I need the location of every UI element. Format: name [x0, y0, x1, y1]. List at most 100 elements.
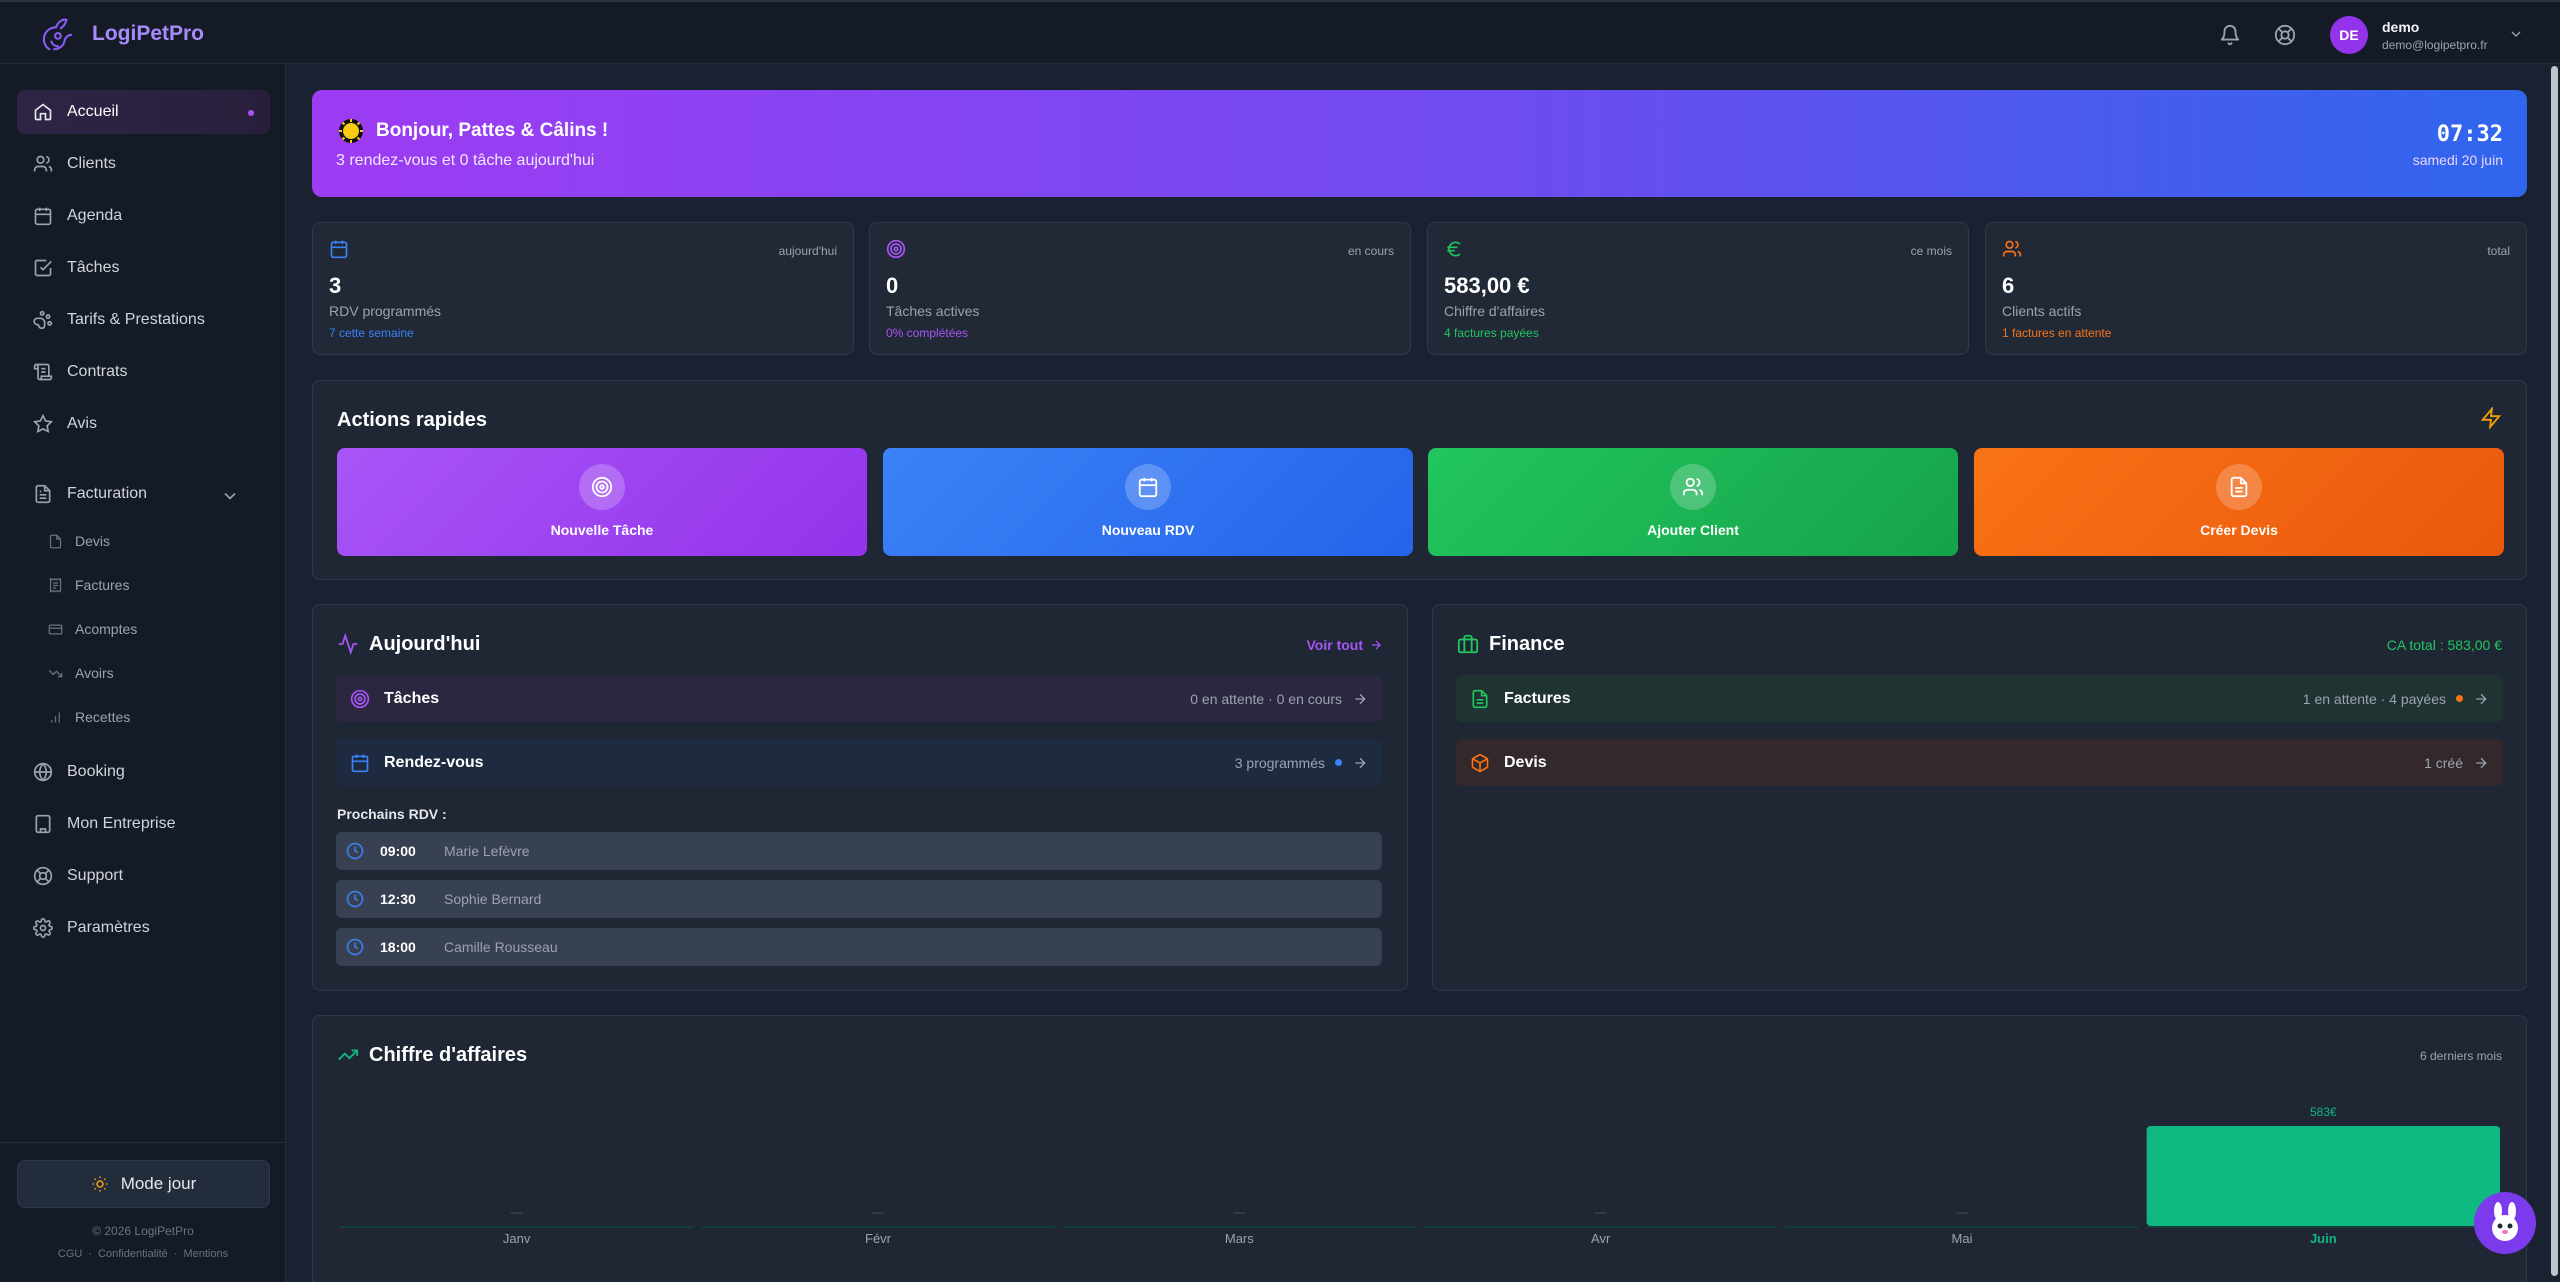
see-all-label: Voir tout — [1306, 637, 1363, 653]
home-icon — [34, 103, 52, 121]
quotes-row[interactable]: Devis 1 créé — [1456, 739, 2503, 786]
new-appointment-button[interactable]: Nouveau RDV — [883, 448, 1413, 556]
user-menu[interactable]: DE demo demo@logipetpro.fr — [2330, 16, 2521, 54]
chevron-down-icon — [2511, 31, 2521, 37]
quotes-row-status-wrap: 1 créé — [2424, 739, 2489, 786]
activity-icon — [338, 633, 358, 655]
appointments-row[interactable]: Rendez-vous 3 programmés — [336, 739, 1382, 786]
scrollbar-thumb[interactable] — [2551, 66, 2558, 1276]
add-client-button[interactable]: Ajouter Client — [1428, 448, 1958, 556]
sidebar-item-accueil[interactable]: Accueil — [17, 90, 270, 134]
stat-label: Chiffre d'affaires — [1444, 303, 1545, 319]
stat-label: Clients actifs — [2002, 303, 2082, 319]
sidebar-item-avis[interactable]: Avis — [17, 402, 270, 446]
sidebar-item-support[interactable]: Support — [17, 854, 270, 898]
quotes-status: 1 créé — [2424, 754, 2463, 771]
calendar-icon — [1138, 477, 1158, 498]
next-appointments-title: Prochains RDV : — [337, 806, 447, 822]
revenue-bar-chart: — Janv — Févr — Mars — Avr — Mai 583€ Juin — [340, 1105, 2500, 1246]
sidebar-item-facturation[interactable]: Facturation — [17, 472, 270, 516]
stat-card-clients[interactable]: total 6 Clients actifs 1 factures en att… — [1985, 222, 2527, 355]
stat-value: 6 — [2002, 273, 2015, 298]
stat-label: RDV programmés — [329, 303, 442, 319]
sun-icon — [92, 1176, 108, 1192]
stat-tag: en cours — [1347, 244, 1394, 258]
chart-value-label: — — [511, 1205, 523, 1219]
sidebar-item-parametres[interactable]: Paramètres — [17, 906, 270, 950]
see-all-link[interactable]: Voir tout — [1306, 637, 1383, 653]
star-icon — [33, 414, 53, 434]
legal-link-cgu[interactable]: CGU — [58, 1248, 82, 1260]
appointment-item[interactable]: 09:00 Marie Lefèvre — [336, 832, 1382, 870]
stat-tag: total — [2487, 244, 2510, 258]
chart-baseline — [701, 1226, 1055, 1228]
sidebar-subitem-factures[interactable]: Factures — [48, 570, 129, 600]
appointments-row-label: Rendez-vous — [384, 753, 484, 771]
sidebar-subitem-avoirs[interactable]: Avoirs — [48, 658, 114, 688]
action-icon-wrap — [2216, 464, 2262, 510]
sidebar-divider — [0, 1142, 286, 1143]
calendar-icon — [34, 207, 52, 226]
stat-value: 0 — [886, 273, 899, 298]
avatar: DE — [2330, 16, 2368, 54]
stat-tag: aujourd'hui — [778, 244, 837, 258]
sidebar-item-taches[interactable]: Tâches — [17, 246, 270, 290]
appointment-time: 12:30 — [380, 891, 416, 907]
sidebar-item-tarifs[interactable]: Tarifs & Prestations — [17, 298, 270, 342]
sidebar-subitem-label: Devis — [75, 533, 111, 549]
appointments-status: 3 programmés — [1234, 754, 1325, 771]
users-icon — [1682, 477, 1704, 496]
help-icon[interactable] — [2274, 24, 2296, 46]
sidebar-item-agenda[interactable]: Agenda — [17, 194, 270, 238]
new-task-button[interactable]: Nouvelle Tâche — [337, 448, 867, 556]
stat-card-rdv[interactable]: aujourd'hui 3 RDV programmés 7 cette sem… — [312, 222, 854, 355]
sidebar-item-entreprise[interactable]: Mon Entreprise — [17, 802, 270, 846]
bar-chart-icon — [51, 712, 60, 722]
assistant-bunny-button[interactable] — [2474, 1192, 2536, 1254]
sidebar: Accueil Clients Agenda Tâches Tarifs & P… — [0, 64, 286, 1282]
arrow-right-icon — [1355, 693, 1366, 704]
sidebar-item-contrats[interactable]: Contrats — [17, 350, 270, 394]
sidebar-item-booking[interactable]: Booking — [17, 750, 270, 794]
chart-baseline — [1424, 1226, 1778, 1228]
app-logo[interactable]: LogiPetPro — [38, 14, 204, 54]
chart-value-label: — — [1233, 1205, 1245, 1219]
calendar-icon — [330, 240, 348, 259]
bell-icon[interactable] — [2219, 24, 2241, 46]
stat-card-taches[interactable]: en cours 0 Tâches actives 0% complétées — [869, 222, 1411, 355]
legal-link-confidentialite[interactable]: Confidentialité — [98, 1248, 168, 1260]
chart-category-label: Mars — [1225, 1231, 1254, 1246]
legal-link-mentions[interactable]: Mentions — [183, 1248, 228, 1260]
chart-value-label: 583€ — [2310, 1105, 2337, 1119]
create-quote-button[interactable]: Créer Devis — [1974, 448, 2504, 556]
chart-category-label: Janv — [503, 1231, 531, 1246]
sidebar-item-clients[interactable]: Clients — [17, 142, 270, 186]
chart-bar[interactable] — [2146, 1126, 2500, 1226]
greeting-summary: 3 rendez-vous et 0 tâche aujourd'hui — [336, 152, 595, 169]
status-dot — [1335, 759, 1342, 766]
checkbox-icon — [34, 259, 52, 277]
action-icon-wrap — [579, 464, 625, 510]
arrow-right-icon — [1371, 640, 1381, 650]
sidebar-item-label: Mon Entreprise — [67, 815, 176, 832]
finance-title: Finance — [1489, 633, 1565, 655]
sidebar-subitem-acomptes[interactable]: Acomptes — [48, 614, 137, 644]
invoices-row[interactable]: Factures 1 en attente · 4 payées — [1456, 675, 2503, 722]
appointment-item[interactable]: 12:30 Sophie Bernard — [336, 880, 1382, 918]
chart-category-label: Févr — [865, 1231, 892, 1246]
arrow-right-icon — [1355, 757, 1366, 768]
target-icon — [350, 689, 370, 708]
revenue-title: Chiffre d'affaires — [369, 1044, 528, 1066]
chart-category-label: Mai — [1952, 1231, 1973, 1246]
appointment-client: Camille Rousseau — [444, 939, 558, 955]
receipt-icon — [49, 577, 62, 593]
tasks-row[interactable]: Tâches 0 en attente · 0 en cours — [336, 675, 1382, 722]
sidebar-subitem-recettes[interactable]: Recettes — [48, 702, 130, 732]
clock-icon — [346, 890, 364, 908]
sidebar-subitem-devis[interactable]: Devis — [48, 526, 110, 556]
stat-card-ca[interactable]: ce mois 583,00 € Chiffre d'affaires 4 fa… — [1427, 222, 1969, 355]
day-mode-button[interactable]: Mode jour — [17, 1160, 270, 1208]
appointment-item[interactable]: 18:00 Camille Rousseau — [336, 928, 1382, 966]
chart-baseline — [1785, 1226, 2139, 1228]
target-icon — [591, 476, 613, 498]
